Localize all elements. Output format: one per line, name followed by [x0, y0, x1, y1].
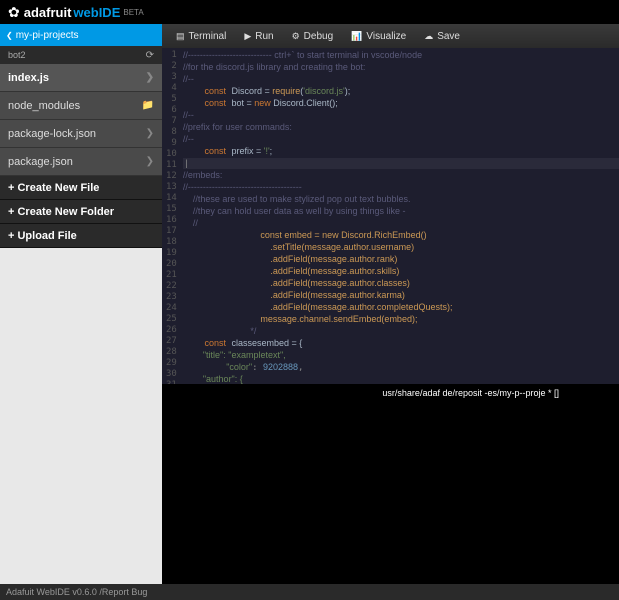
projects-label: my-pi-projects [16, 30, 79, 41]
file-name: index.js [8, 72, 49, 84]
beta-badge: BETA [123, 8, 143, 17]
toolbar-terminal-button[interactable]: ▤ Terminal [168, 28, 234, 45]
logo-icon: ✿ [8, 4, 20, 21]
toolbar-label: Terminal [189, 31, 227, 42]
toolbar-label: Run [255, 31, 273, 42]
chevron-right-icon: ❯ [146, 72, 154, 83]
file-name: package.json [8, 156, 73, 168]
debug-icon: ⚙ [292, 31, 300, 42]
toolbar: ▤ Terminal ▶ Run ⚙ Debug 📊 Visualize ☁ Save [162, 24, 619, 48]
status-bar: Adafuit WebIDE v0.6.0 /Report Bug [0, 584, 619, 600]
sidebar: ❮ my-pi-projects bot2 ⟳ index.js ❯ node_mo… [0, 24, 162, 584]
toolbar-run-button[interactable]: ▶ Run [236, 28, 281, 45]
folder-icon: 📁 [142, 100, 154, 111]
code-area[interactable]: //---------------------------- ctrl+` to… [183, 48, 619, 384]
terminal-icon: ▤ [176, 31, 185, 42]
toolbar-label: Debug [304, 31, 333, 42]
file-name: node_modules [8, 100, 80, 112]
chevron-right-icon: ❯ [146, 128, 154, 139]
file-item[interactable]: package-lock.json ❯ [0, 120, 162, 148]
app-header: ✿ adafruit webIDE BETA [0, 0, 619, 24]
visualize-icon: 📊 [351, 31, 362, 42]
chevron-left-icon: ❮ [6, 31, 13, 40]
toolbar-debug-button[interactable]: ⚙ Debug [284, 28, 342, 45]
folder-name: bot2 [8, 50, 26, 60]
terminal-text: usr/share/adaf de/reposit -es/my-p--proj… [382, 388, 559, 398]
file-item[interactable]: package.json ❯ [0, 148, 162, 176]
brand-2: webIDE [73, 5, 120, 20]
sidebar-empty [0, 248, 162, 584]
file-item[interactable]: node_modules 📁 [0, 92, 162, 120]
version-text[interactable]: Adafuit WebIDE v0.6.0 /Report Bug [6, 587, 147, 597]
toolbar-visualize-button[interactable]: 📊 Visualize [343, 28, 414, 45]
chevron-right-icon: ❯ [146, 156, 154, 167]
file-item[interactable]: index.js ❯ [0, 64, 162, 92]
toolbar-label: Visualize [366, 31, 406, 42]
refresh-icon[interactable]: ⟳ [146, 50, 154, 61]
sidebar-action[interactable]: + Create New File [0, 176, 162, 200]
brand-1: adafruit [24, 5, 72, 20]
file-name: package-lock.json [8, 128, 96, 140]
run-icon: ▶ [244, 31, 251, 42]
line-gutter: 1234567891011121314151617181920212223242… [162, 48, 183, 384]
folder-header: bot2 ⟳ [0, 46, 162, 64]
save-icon: ☁ [424, 31, 433, 42]
sidebar-action[interactable]: + Upload File [0, 224, 162, 248]
main-panel: ▤ Terminal ▶ Run ⚙ Debug 📊 Visualize ☁ Save 12345… [162, 24, 619, 584]
projects-link[interactable]: ❮ my-pi-projects [0, 24, 162, 46]
sidebar-action[interactable]: + Create New Folder [0, 200, 162, 224]
toolbar-label: Save [437, 31, 460, 42]
terminal-panel[interactable]: usr/share/adaf de/reposit -es/my-p--proj… [162, 384, 619, 584]
code-editor[interactable]: 1234567891011121314151617181920212223242… [162, 48, 619, 384]
toolbar-save-button[interactable]: ☁ Save [416, 28, 468, 45]
